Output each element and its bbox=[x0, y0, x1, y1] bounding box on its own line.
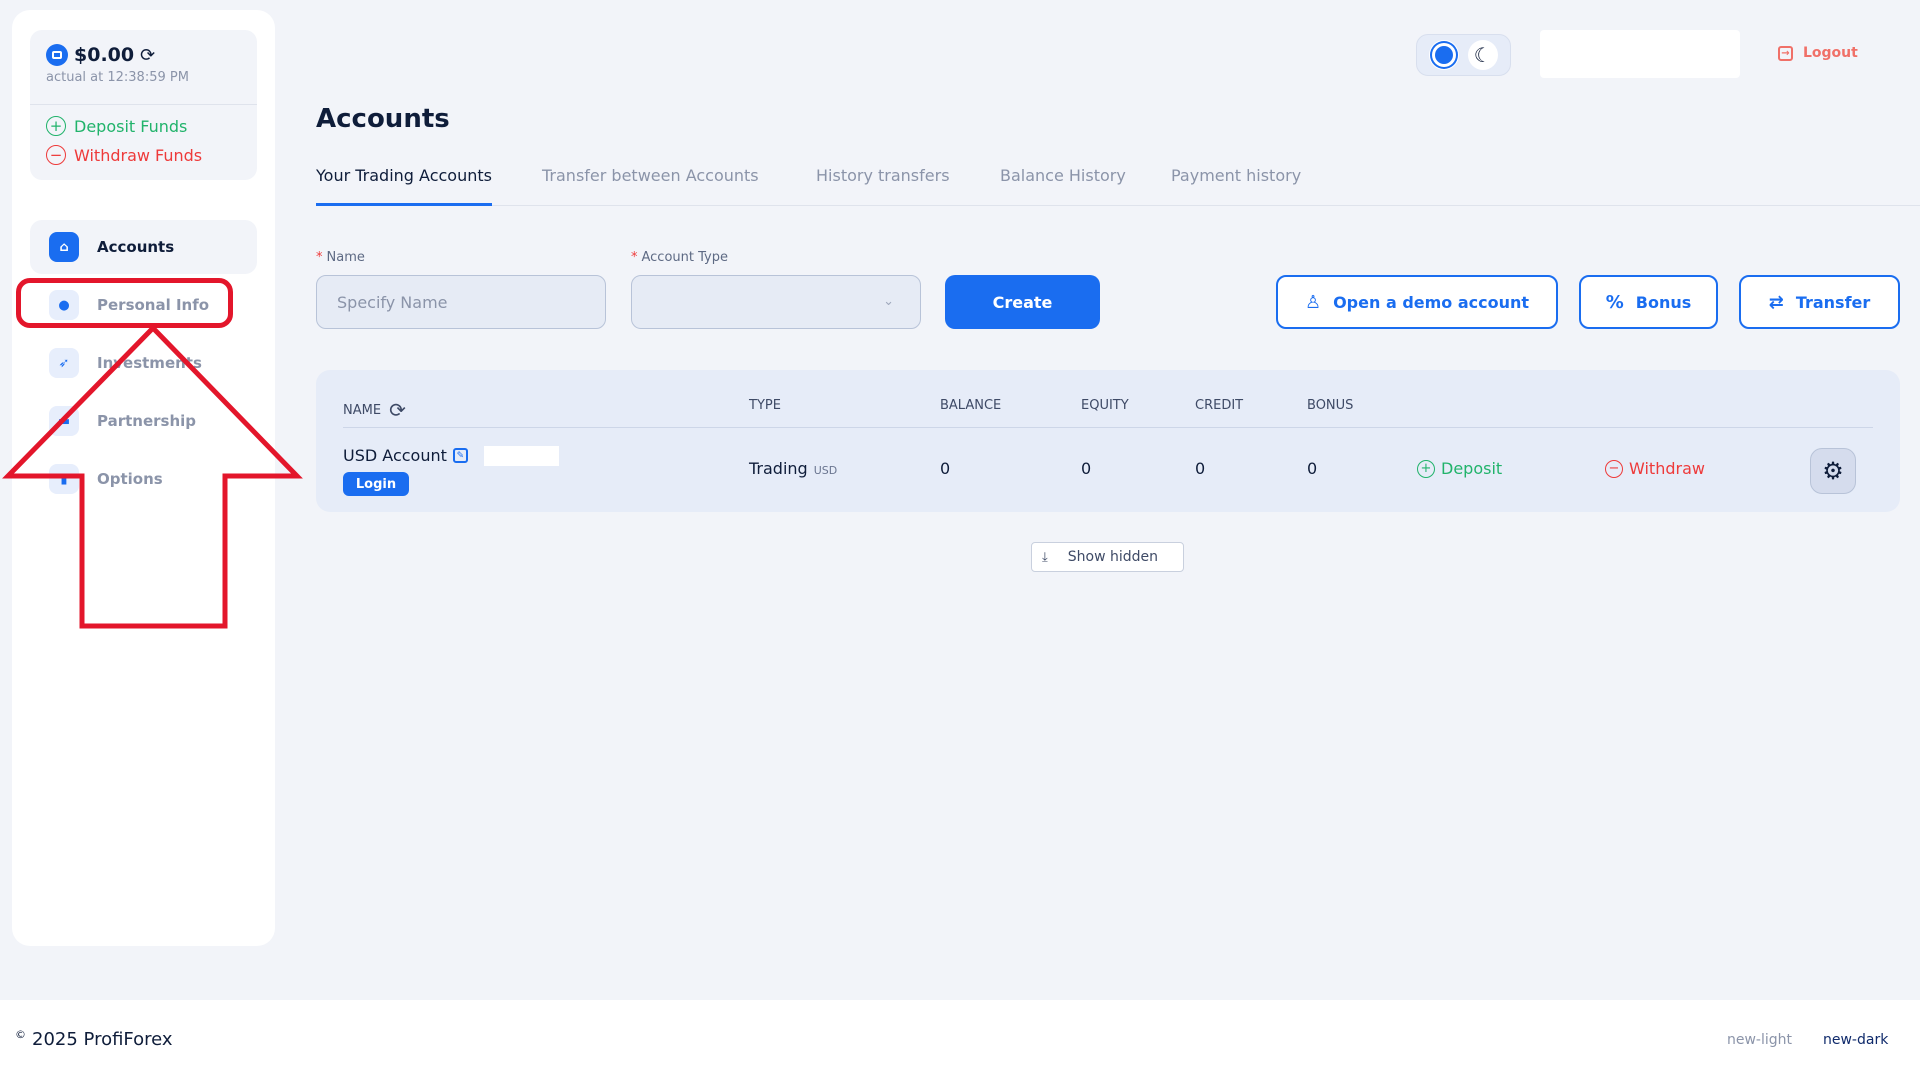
tab-bar: Your Trading Accounts Transfer between A… bbox=[316, 166, 1920, 206]
page-title: Accounts bbox=[316, 104, 450, 134]
column-header-bonus: BONUS bbox=[1307, 398, 1354, 413]
account-type-cell: Trading USD bbox=[749, 459, 838, 478]
annotation-arrow bbox=[2, 324, 303, 629]
row-deposit-label: Deposit bbox=[1441, 459, 1503, 478]
show-hidden-button[interactable]: ⤓ Show hidden bbox=[1031, 542, 1184, 572]
account-type-select[interactable]: ⌄ bbox=[631, 275, 921, 329]
wallet-balance: $0.00 bbox=[74, 44, 135, 66]
download-icon: ⤓ bbox=[1042, 549, 1048, 565]
tab-history-transfers[interactable]: History transfers bbox=[816, 166, 950, 206]
bonus-label: Bonus bbox=[1635, 292, 1692, 312]
moon-icon[interactable]: ☾ bbox=[1467, 40, 1498, 70]
home-icon: ⌂ bbox=[49, 232, 79, 262]
account-number-masked bbox=[484, 446, 559, 466]
theme-link-new-dark[interactable]: new-dark bbox=[1823, 1032, 1888, 1048]
bonus-button[interactable]: % Bonus bbox=[1579, 275, 1718, 329]
accounts-table: NAME ⟳ TYPE BALANCE EQUITY CREDIT BONUS … bbox=[316, 370, 1900, 512]
divider bbox=[30, 104, 257, 105]
logout-button[interactable]: → Logout bbox=[1778, 45, 1858, 61]
copyright: © 2025 ProfiForex bbox=[15, 1028, 173, 1050]
wallet-balance-row: $0.00 ⟳ bbox=[46, 44, 155, 66]
sidebar-item-accounts[interactable]: ⌂ Accounts bbox=[30, 220, 257, 274]
user-outline-icon: ♙ bbox=[1304, 291, 1322, 313]
theme-link-new-light[interactable]: new-light bbox=[1727, 1032, 1792, 1048]
sidebar-item-label: Accounts bbox=[97, 238, 175, 256]
column-header-balance: BALANCE bbox=[940, 398, 1002, 413]
account-name: USD Account ✎ bbox=[343, 446, 468, 465]
column-header-credit: CREDIT bbox=[1195, 398, 1244, 413]
deposit-funds-link[interactable]: + Deposit Funds bbox=[46, 116, 187, 136]
plus-circle-icon: + bbox=[46, 116, 66, 136]
transfer-label: Transfer bbox=[1795, 292, 1871, 312]
name-label: * Name bbox=[316, 250, 365, 265]
tab-balance-history[interactable]: Balance History bbox=[1000, 166, 1126, 206]
currency-label: USD bbox=[813, 464, 838, 477]
edit-icon[interactable]: ✎ bbox=[452, 448, 468, 463]
account-type-label: * Account Type bbox=[631, 250, 728, 265]
divider bbox=[343, 427, 1873, 428]
equity-cell: 0 bbox=[1081, 459, 1092, 478]
minus-circle-icon: − bbox=[46, 145, 66, 165]
footer: © 2025 ProfiForex new-light new-dark bbox=[0, 1000, 1920, 1080]
transfer-button[interactable]: ⇄ Transfer bbox=[1739, 275, 1900, 329]
logout-label: Logout bbox=[1803, 45, 1858, 61]
column-header-equity: EQUITY bbox=[1081, 398, 1129, 413]
chevron-down-icon: ⌄ bbox=[883, 294, 894, 309]
show-hidden-label: Show hidden bbox=[1067, 549, 1158, 565]
row-deposit-button[interactable]: + Deposit bbox=[1417, 459, 1502, 478]
withdraw-funds-link[interactable]: − Withdraw Funds bbox=[46, 145, 202, 165]
deposit-funds-label: Deposit Funds bbox=[74, 116, 188, 136]
sun-icon[interactable] bbox=[1429, 40, 1460, 70]
balance-cell: 0 bbox=[940, 459, 951, 478]
account-name-text: USD Account bbox=[343, 446, 447, 465]
transfer-icon: ⇄ bbox=[1768, 291, 1784, 313]
login-button[interactable]: Login bbox=[343, 472, 409, 496]
percent-badge-icon: % bbox=[1605, 291, 1624, 313]
credit-cell: 0 bbox=[1195, 459, 1206, 478]
tab-payment-history[interactable]: Payment history bbox=[1171, 166, 1301, 206]
refresh-icon[interactable]: ⟳ bbox=[140, 45, 155, 66]
column-header-type: TYPE bbox=[749, 398, 781, 413]
open-demo-account-label: Open a demo account bbox=[1333, 292, 1530, 312]
balance-timestamp: actual at 12:38:59 PM bbox=[46, 70, 189, 85]
minus-circle-icon: − bbox=[1605, 459, 1623, 478]
withdraw-funds-label: Withdraw Funds bbox=[74, 145, 203, 165]
settings-gear-icon[interactable]: ⚙ bbox=[1810, 448, 1856, 494]
logout-icon: → bbox=[1778, 45, 1793, 61]
create-button[interactable]: Create bbox=[945, 275, 1100, 329]
theme-switcher[interactable]: ☾ bbox=[1416, 34, 1511, 76]
wallet-card: $0.00 ⟳ actual at 12:38:59 PM + Deposit … bbox=[30, 30, 257, 180]
name-input[interactable]: Specify Name bbox=[316, 275, 606, 329]
tab-transfer-between-accounts[interactable]: Transfer between Accounts bbox=[542, 166, 759, 206]
bonus-cell: 0 bbox=[1307, 459, 1318, 478]
tab-your-trading-accounts[interactable]: Your Trading Accounts bbox=[316, 166, 492, 206]
plus-circle-icon: + bbox=[1417, 459, 1435, 478]
user-info-box bbox=[1540, 30, 1740, 78]
row-withdraw-button[interactable]: − Withdraw bbox=[1605, 459, 1705, 478]
column-header-name: NAME ⟳ bbox=[343, 398, 406, 422]
open-demo-account-button[interactable]: ♙ Open a demo account bbox=[1276, 275, 1558, 329]
wallet-icon bbox=[46, 44, 68, 66]
row-withdraw-label: Withdraw bbox=[1629, 459, 1705, 478]
refresh-icon[interactable]: ⟳ bbox=[389, 398, 406, 422]
